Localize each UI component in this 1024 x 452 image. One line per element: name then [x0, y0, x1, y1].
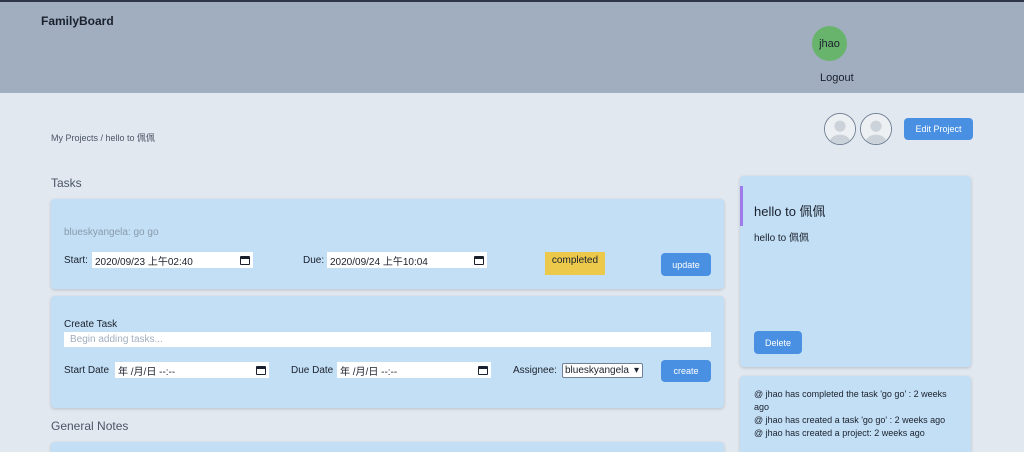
- activity-item: @ jhao has created a project: 2 weeks ag…: [754, 428, 925, 438]
- calendar-icon[interactable]: [240, 255, 250, 265]
- task-due-value: 2020/09/24 上午10:04: [330, 256, 428, 268]
- member-avatar-icon[interactable]: [860, 113, 892, 145]
- chevron-down-icon: ▾: [633, 365, 639, 376]
- assignee-value: blueskyangela: [565, 365, 629, 376]
- start-date-label: Start Date: [64, 365, 110, 376]
- calendar-icon[interactable]: [478, 365, 488, 375]
- member-avatar-icon[interactable]: [824, 113, 856, 145]
- start-label: Start:: [64, 255, 88, 266]
- task-input[interactable]: [64, 332, 711, 347]
- due-date-field[interactable]: 年 /月/日 --:--: [337, 362, 491, 378]
- update-button[interactable]: update: [661, 253, 711, 276]
- assignee-select[interactable]: blueskyangela ▾: [562, 363, 643, 378]
- task-card: blueskyangela: go go Start: 2020/09/23 上…: [51, 199, 724, 289]
- activity-card: @ jhao has completed the task 'go go' : …: [740, 376, 971, 452]
- task-start-value: 2020/09/23 上午02:40: [95, 256, 193, 268]
- due-label: Due:: [303, 255, 325, 266]
- notes-card: [51, 442, 724, 452]
- notes-heading: General Notes: [51, 419, 129, 433]
- tasks-heading: Tasks: [51, 176, 82, 190]
- project-description: hello to 佩佩: [754, 233, 810, 244]
- app-header: FamilyBoard jhao Logout: [0, 2, 1024, 93]
- logout-link[interactable]: Logout: [820, 72, 854, 84]
- user-avatar[interactable]: jhao: [812, 26, 847, 61]
- activity-list: @ jhao has completed the task 'go go' : …: [754, 388, 964, 440]
- calendar-icon[interactable]: [256, 365, 266, 375]
- task-start-field[interactable]: 2020/09/23 上午02:40: [92, 252, 253, 268]
- status-badge: completed: [545, 252, 605, 275]
- create-button[interactable]: create: [661, 360, 711, 382]
- assignee-label: Assignee:: [513, 365, 557, 376]
- edit-project-button[interactable]: Edit Project: [904, 118, 973, 140]
- due-date-value: 年 /月/日 --:--: [340, 366, 398, 378]
- create-task-card: Create Task Start Date 年 /月/日 --:-- Due …: [51, 296, 724, 408]
- activity-item: @ jhao has completed the task 'go go' : …: [754, 389, 947, 412]
- delete-button[interactable]: Delete: [754, 331, 802, 354]
- task-text: blueskyangela: go go: [64, 227, 159, 238]
- create-task-title: Create Task: [64, 319, 118, 330]
- breadcrumb: My Projects / hello to 佩佩: [51, 133, 156, 143]
- calendar-icon[interactable]: [474, 255, 484, 265]
- accent-bar: [740, 186, 743, 226]
- project-info-card: hello to 佩佩 hello to 佩佩 Delete: [740, 176, 971, 367]
- start-date-value: 年 /月/日 --:--: [118, 366, 176, 378]
- start-date-field[interactable]: 年 /月/日 --:--: [115, 362, 269, 378]
- due-date-label: Due Date: [291, 365, 334, 376]
- activity-item: @ jhao has created a task 'go go' : 2 we…: [754, 415, 946, 425]
- brand-logo[interactable]: FamilyBoard: [41, 14, 114, 28]
- task-due-field[interactable]: 2020/09/24 上午10:04: [327, 252, 487, 268]
- project-title: hello to 佩佩: [754, 204, 826, 219]
